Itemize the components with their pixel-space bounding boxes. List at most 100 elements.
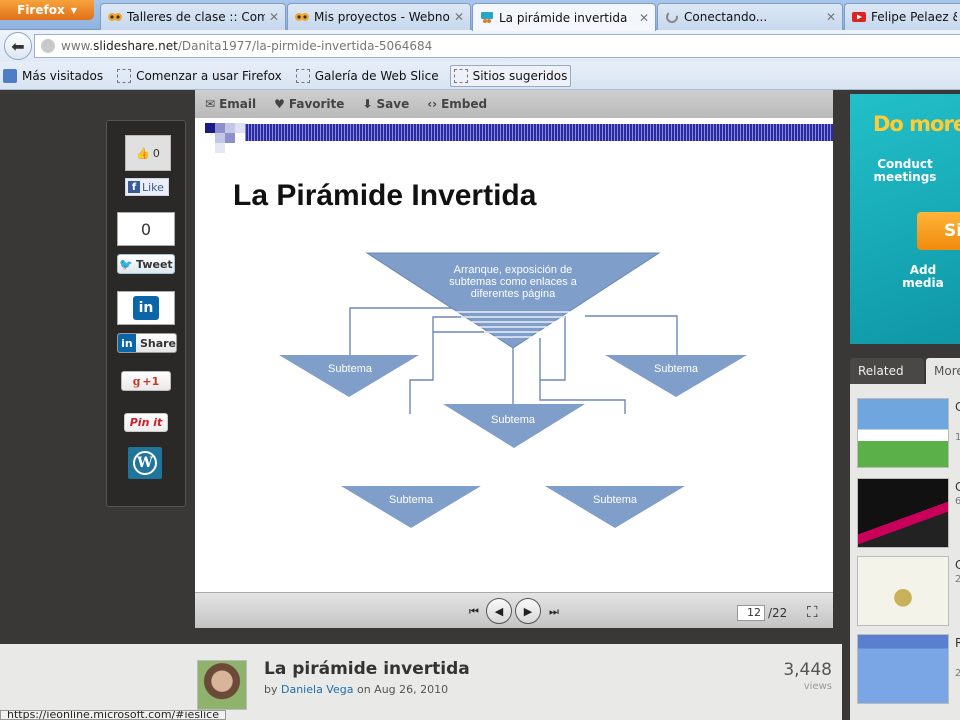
pyramid-top-text-line-2: subtemas como enlaces a — [449, 276, 578, 288]
google-g-icon: g — [132, 374, 141, 388]
document-title[interactable]: La pirámide invertida — [264, 659, 470, 679]
firefox-menu-label: Firefox — [17, 3, 65, 17]
subtema-label: Subtema — [654, 363, 699, 375]
page-number-input[interactable]: 12 — [737, 605, 765, 621]
loading-spinner-icon — [664, 9, 680, 25]
navigation-bar: ⬅ www. slideshare.net/Danita1977/la-pirmi… — [0, 30, 960, 62]
owl-favicon-icon — [294, 9, 310, 25]
subtema-bottom-left-triangle — [341, 486, 481, 528]
close-icon[interactable]: ✕ — [639, 11, 649, 25]
tab-talleres[interactable]: Talleres de clase :: Comu... ✕ — [100, 3, 286, 30]
envelope-icon: ✉ — [205, 97, 216, 111]
related-meta-fragment: 6 — [955, 496, 960, 507]
tab-related[interactable]: Related — [850, 358, 924, 384]
google-plus-one-button[interactable]: g +1 — [121, 371, 171, 391]
firefox-menu-button[interactable]: Firefox ▼ — [0, 0, 94, 20]
close-icon[interactable]: ✕ — [454, 10, 464, 24]
related-meta-fragment: 1 — [955, 432, 960, 443]
back-button[interactable]: ⬅ — [4, 32, 32, 60]
slideshare-page: 👍 0 f Like 0 🐦 Tweet in in Share g +1 Pi… — [0, 90, 960, 720]
close-icon[interactable]: ✕ — [826, 10, 836, 24]
related-title-fragment[interactable]: C — [955, 400, 960, 414]
document-info-bar: La pirámide invertida by Daniela Vega on… — [0, 644, 842, 720]
subtema-label: Subtema — [491, 414, 536, 426]
linkedin-count-box[interactable]: in — [117, 291, 175, 325]
author-avatar[interactable] — [197, 660, 247, 710]
tab-more[interactable]: More — [926, 358, 960, 384]
play-left-icon: ◀ — [494, 604, 504, 618]
first-slide-icon[interactable]: ⏮ — [469, 605, 479, 619]
views-label: views — [803, 681, 832, 692]
tweet-button[interactable]: 🐦 Tweet — [117, 254, 175, 274]
related-thumbnail[interactable] — [857, 398, 949, 468]
close-icon[interactable]: ✕ — [269, 10, 279, 24]
tweet-label: Tweet — [136, 257, 173, 271]
next-slide-button[interactable]: ▶ — [515, 598, 541, 624]
tab-piramide-active[interactable]: La pirámide invertida ✕ — [472, 3, 656, 31]
code-brackets-icon: ‹› — [427, 97, 438, 111]
url-domain: slideshare.net — [93, 39, 178, 53]
embed-button[interactable]: ‹› Embed — [427, 97, 487, 111]
related-title-fragment[interactable]: C — [955, 558, 960, 572]
email-label: Email — [219, 97, 257, 111]
ad-signup-button[interactable]: Si — [917, 212, 960, 250]
facebook-like-count[interactable]: 👍 0 — [125, 135, 171, 171]
bookmark-label: Galería de Web Slice — [314, 68, 439, 83]
last-slide-icon[interactable]: ⏭ — [549, 605, 559, 619]
save-button[interactable]: ⬇ Save — [362, 97, 409, 111]
bookmark-label: Comenzar a usar Firefox — [136, 68, 282, 83]
facebook-icon: f — [128, 181, 140, 193]
web-slice-icon — [453, 68, 468, 83]
views-count: 3,448 — [783, 660, 832, 680]
pyramid-top-text-line-3: diferentes página — [471, 288, 556, 300]
tab-webnode[interactable]: Mis proyectos - Webnode ✕ — [287, 3, 471, 30]
address-bar[interactable]: www. slideshare.net/Danita1977/la-pirmide… — [34, 34, 960, 58]
previous-slide-button[interactable]: ◀ — [486, 598, 512, 624]
related-meta-fragment: 2 — [955, 668, 960, 679]
author-link[interactable]: Daniela Vega — [281, 683, 353, 696]
web-slice-icon — [117, 68, 132, 83]
related-title-fragment[interactable]: R — [955, 636, 960, 650]
related-title-fragment[interactable]: C — [955, 480, 960, 494]
bookmark-mas-visitados[interactable]: Más visitados — [0, 65, 106, 87]
globe-icon — [41, 39, 55, 53]
email-button[interactable]: ✉ Email — [205, 97, 256, 111]
linkedin-share-button[interactable]: in Share — [117, 333, 177, 353]
pyramid-top-text-line-1: Arranque, exposición de — [454, 264, 573, 276]
related-thumbnail[interactable] — [857, 556, 949, 626]
upload-date: Aug 26, 2010 — [374, 683, 449, 696]
smart-bookmark-icon — [3, 68, 17, 83]
favorite-button[interactable]: ♥ Favorite — [274, 97, 344, 111]
related-thumbnail[interactable] — [857, 478, 949, 548]
share-panel: 👍 0 f Like 0 🐦 Tweet in in Share g +1 Pi… — [106, 120, 186, 507]
embed-label: Embed — [441, 97, 488, 111]
linkedin-icon: in — [133, 296, 159, 320]
bookmark-comenzar-firefox[interactable]: Comenzar a usar Firefox — [114, 65, 285, 87]
fullscreen-icon[interactable]: ⛶ — [807, 603, 818, 621]
tab-bar: Firefox ▼ Talleres de clase :: Comu... ✕… — [0, 0, 960, 31]
subtema-label: Subtema — [389, 494, 434, 506]
tab-conectando[interactable]: Conectando... ✕ — [657, 3, 843, 30]
tab-youtube[interactable]: Felipe Pelaez & M — [844, 3, 960, 30]
page-total: /22 — [768, 606, 788, 620]
tab-label: Talleres de clase :: Comu... — [127, 10, 265, 24]
bookmark-galeria-web-slice[interactable]: Galería de Web Slice — [293, 65, 442, 87]
facebook-like-button[interactable]: f Like — [125, 178, 169, 196]
slide-viewer[interactable]: La Pirámide Invertida Arranque, exposici… — [195, 118, 833, 592]
slide-header-decoration — [205, 123, 833, 153]
wordpress-button[interactable]: W — [128, 447, 162, 479]
slide-title: La Pirámide Invertida — [233, 179, 537, 212]
bookmark-sitios-sugeridos[interactable]: Sitios sugeridos — [449, 64, 572, 87]
ad-headline: Do more — [873, 112, 960, 136]
related-tabs: Related More — [850, 358, 960, 384]
web-slice-icon — [295, 68, 310, 83]
slide-toolbar: ✉ Email ♥ Favorite ⬇ Save ‹› Embed — [195, 90, 833, 118]
slideshare-favicon-icon — [479, 10, 495, 26]
advertisement-banner[interactable]: Do more Conduct meetings Si Add media — [850, 94, 960, 344]
pinterest-pin-button[interactable]: Pin it — [124, 413, 168, 432]
related-thumbnail[interactable] — [857, 634, 949, 704]
tab-label: La pirámide invertida — [499, 10, 628, 25]
status-bar-url: https://ieonline.microsoft.com/#ieslice — [0, 710, 226, 720]
play-right-icon: ▶ — [523, 604, 533, 618]
byline-by: by — [264, 683, 278, 696]
